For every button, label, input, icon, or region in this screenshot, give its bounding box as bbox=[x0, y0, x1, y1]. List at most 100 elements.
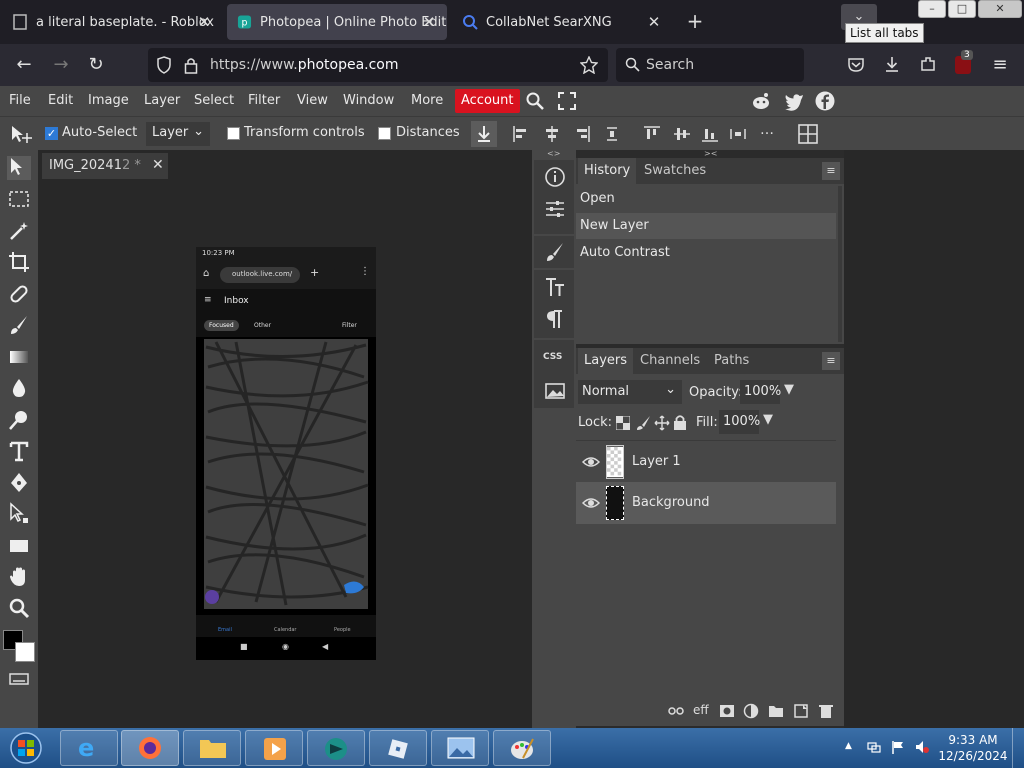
layer-effects-icon[interactable]: eff bbox=[693, 703, 709, 717]
rectangle-tool-icon[interactable] bbox=[7, 534, 31, 558]
magic-wand-tool-icon[interactable] bbox=[7, 219, 31, 243]
path-selection-tool-icon[interactable] bbox=[7, 502, 31, 526]
tab-swatches[interactable]: Swatches bbox=[638, 158, 712, 184]
layer-row[interactable]: Layer 1 bbox=[576, 440, 836, 482]
windows-start-icon[interactable] bbox=[6, 730, 46, 766]
more-options-icon[interactable]: … bbox=[760, 122, 774, 138]
info-icon[interactable] bbox=[544, 166, 566, 188]
back-icon[interactable]: ← bbox=[11, 53, 37, 77]
fill-dropdown-icon[interactable]: ▼ bbox=[763, 412, 773, 427]
close-tab-icon[interactable]: ✕ bbox=[419, 12, 439, 32]
search-bar[interactable]: Search bbox=[616, 48, 804, 82]
align-center-horizontal-icon[interactable] bbox=[543, 125, 561, 143]
taskbar-roblox[interactable] bbox=[369, 730, 427, 766]
panel-menu-icon[interactable]: ≡ bbox=[822, 162, 840, 180]
menu-file[interactable]: File bbox=[9, 93, 31, 108]
lock-all-icon[interactable] bbox=[673, 414, 687, 431]
history-row[interactable]: Auto Contrast bbox=[576, 240, 836, 266]
zoom-tool-icon[interactable] bbox=[7, 596, 31, 620]
paragraph-icon[interactable] bbox=[544, 308, 566, 330]
distribute-horizontal-icon[interactable] bbox=[729, 125, 747, 143]
new-tab-button[interactable]: + bbox=[684, 10, 706, 32]
align-top-icon[interactable] bbox=[643, 125, 661, 143]
volume-muted-icon[interactable] bbox=[915, 740, 929, 754]
panel-menu-icon[interactable]: ≡ bbox=[822, 352, 840, 370]
gradient-tool-icon[interactable] bbox=[7, 345, 31, 369]
document-canvas[interactable]: 10:23 PM ⌂ outlook.live.com/ + ⋮ ≡ Inbox… bbox=[196, 247, 376, 660]
canvas-workspace[interactable]: IMG_202412 * ✕ 10:23 PM ⌂ outlook.live.c… bbox=[38, 150, 532, 728]
blend-mode-dropdown[interactable]: Normal ⌄ bbox=[578, 380, 682, 404]
close-tab-icon[interactable]: ✕ bbox=[194, 12, 214, 32]
history-scrollbar[interactable] bbox=[838, 186, 842, 342]
taskbar-clock[interactable]: 9:33 AM 12/26/2024 bbox=[938, 732, 1008, 764]
css-icon[interactable]: CSS bbox=[543, 352, 562, 362]
document-tab[interactable]: IMG_202412 * ✕ bbox=[42, 153, 168, 179]
fill-input[interactable]: 100% bbox=[719, 410, 760, 434]
collapse-panel-icon[interactable]: >< bbox=[704, 149, 717, 158]
fullscreen-icon[interactable] bbox=[558, 92, 576, 110]
add-mask-icon[interactable] bbox=[719, 704, 735, 718]
grid-icon[interactable] bbox=[798, 124, 818, 144]
tab-channels[interactable]: Channels bbox=[634, 348, 706, 374]
history-row[interactable]: New Layer bbox=[576, 213, 836, 239]
type-tool-icon[interactable] bbox=[7, 439, 31, 463]
menu-view[interactable]: View bbox=[297, 93, 328, 108]
opacity-dropdown-icon[interactable]: ▼ bbox=[784, 382, 794, 397]
blur-tool-icon[interactable] bbox=[7, 376, 31, 400]
download-icon[interactable] bbox=[471, 121, 497, 147]
new-layer-icon[interactable] bbox=[793, 703, 809, 719]
auto-select-checkbox[interactable]: ✓ bbox=[45, 127, 58, 140]
adjustment-layer-icon[interactable] bbox=[743, 703, 759, 719]
align-center-vertical-icon[interactable] bbox=[673, 125, 691, 143]
facebook-icon[interactable] bbox=[815, 91, 835, 111]
close-tab-icon[interactable]: ✕ bbox=[644, 12, 664, 32]
background-color-swatch[interactable] bbox=[15, 642, 35, 662]
lock-transparency-icon[interactable] bbox=[616, 416, 630, 430]
taskbar-ie[interactable]: e bbox=[60, 730, 118, 766]
brush-tool-icon[interactable] bbox=[7, 313, 31, 337]
collapse-strip-icon[interactable]: <> bbox=[547, 149, 560, 158]
tab-paths[interactable]: Paths bbox=[708, 348, 755, 374]
reddit-icon[interactable] bbox=[751, 91, 771, 111]
align-right-icon[interactable] bbox=[573, 125, 591, 143]
adjustments-icon[interactable] bbox=[544, 198, 566, 220]
url-bar[interactable]: https://www.photopea.com bbox=[148, 48, 608, 82]
pen-tool-icon[interactable] bbox=[7, 471, 31, 495]
align-left-icon[interactable] bbox=[512, 125, 530, 143]
align-bottom-icon[interactable] bbox=[701, 125, 719, 143]
action-center-flag-icon[interactable] bbox=[891, 740, 905, 754]
lock-icon[interactable] bbox=[184, 56, 198, 74]
tab-photopea[interactable]: p Photopea | Online Photo Editor ✕ bbox=[227, 4, 447, 40]
menu-select[interactable]: Select bbox=[194, 93, 234, 108]
history-row[interactable]: Open bbox=[576, 186, 836, 212]
crop-tool-icon[interactable] bbox=[7, 250, 31, 274]
marquee-tool-icon[interactable] bbox=[7, 187, 31, 211]
menu-edit[interactable]: Edit bbox=[48, 93, 73, 108]
account-button[interactable]: Account bbox=[455, 89, 520, 113]
move-tool-icon[interactable] bbox=[7, 156, 31, 180]
show-desktop-button[interactable] bbox=[1012, 728, 1024, 768]
bookmark-star-icon[interactable] bbox=[580, 56, 598, 74]
tab-searxng[interactable]: CollabNet SearXNG ✕ bbox=[452, 4, 672, 40]
distribute-vertical-icon[interactable] bbox=[603, 125, 621, 143]
transform-controls-checkbox[interactable] bbox=[227, 127, 240, 140]
auto-select-mode-dropdown[interactable]: Layer ⌄ bbox=[146, 122, 210, 146]
taskbar-media[interactable] bbox=[245, 730, 303, 766]
twitter-icon[interactable] bbox=[784, 91, 804, 111]
pocket-icon[interactable] bbox=[847, 56, 865, 74]
taskbar-app[interactable] bbox=[307, 730, 365, 766]
forward-icon[interactable]: → bbox=[48, 53, 74, 77]
network-icon[interactable] bbox=[867, 740, 881, 754]
new-group-icon[interactable] bbox=[768, 704, 784, 718]
image-icon[interactable] bbox=[544, 380, 566, 402]
menu-layer[interactable]: Layer bbox=[144, 93, 180, 108]
tab-history[interactable]: History bbox=[578, 158, 637, 184]
menu-image[interactable]: Image bbox=[88, 93, 129, 108]
hand-tool-icon[interactable] bbox=[7, 565, 31, 589]
dodge-tool-icon[interactable] bbox=[7, 408, 31, 432]
taskbar-photos[interactable] bbox=[431, 730, 489, 766]
menu-filter[interactable]: Filter bbox=[248, 93, 280, 108]
delete-layer-icon[interactable] bbox=[818, 703, 834, 719]
maximize-button[interactable]: □ bbox=[948, 0, 976, 18]
menu-window[interactable]: Window bbox=[343, 93, 394, 108]
